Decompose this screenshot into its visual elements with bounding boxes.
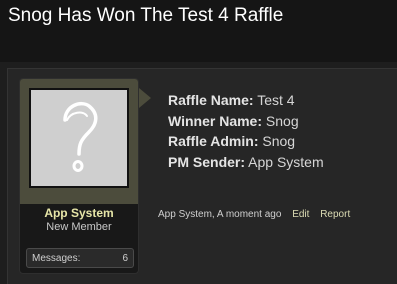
edit-link[interactable]: Edit xyxy=(292,209,309,220)
report-link[interactable]: Report xyxy=(320,209,350,220)
field-value: Snog xyxy=(265,112,299,129)
field-winner-name: Winner Name: Snog xyxy=(168,111,393,132)
avatar-pointer xyxy=(139,88,151,108)
field-value: Snog xyxy=(262,133,296,149)
field-raffle-name: Raffle Name: Test 4 xyxy=(168,90,393,111)
field-value: Test 4 xyxy=(257,92,295,108)
page-title: Snog Has Won The Test 4 Raffle xyxy=(8,5,284,26)
question-mark-icon xyxy=(63,101,98,172)
messages-count: 6 xyxy=(122,253,128,264)
post-byline[interactable]: App System, A moment ago xyxy=(158,209,281,220)
field-label: Winner Name: xyxy=(168,112,263,129)
header-bar: Snog Has Won The Test 4 Raffle xyxy=(0,0,397,62)
field-pm-sender: PM Sender: App System xyxy=(168,152,393,173)
field-label: PM Sender: xyxy=(168,153,246,170)
messages-stat: Messages: 6 xyxy=(26,248,134,268)
messages-label: Messages: xyxy=(32,253,81,264)
field-value: App System xyxy=(248,153,324,170)
field-raffle-admin: Raffle Admin: Snog xyxy=(168,131,393,152)
post-body: Raffle Name: Test 4 Winner Name: Snog Ra… xyxy=(168,90,393,172)
field-label: Raffle Name: xyxy=(168,92,254,108)
username-link[interactable]: App System xyxy=(20,206,138,220)
field-label: Raffle Admin: xyxy=(168,133,259,149)
avatar[interactable] xyxy=(29,88,129,188)
user-title: New Member xyxy=(46,221,112,233)
post-meta: App System, A moment ago Edit Report xyxy=(158,209,350,220)
